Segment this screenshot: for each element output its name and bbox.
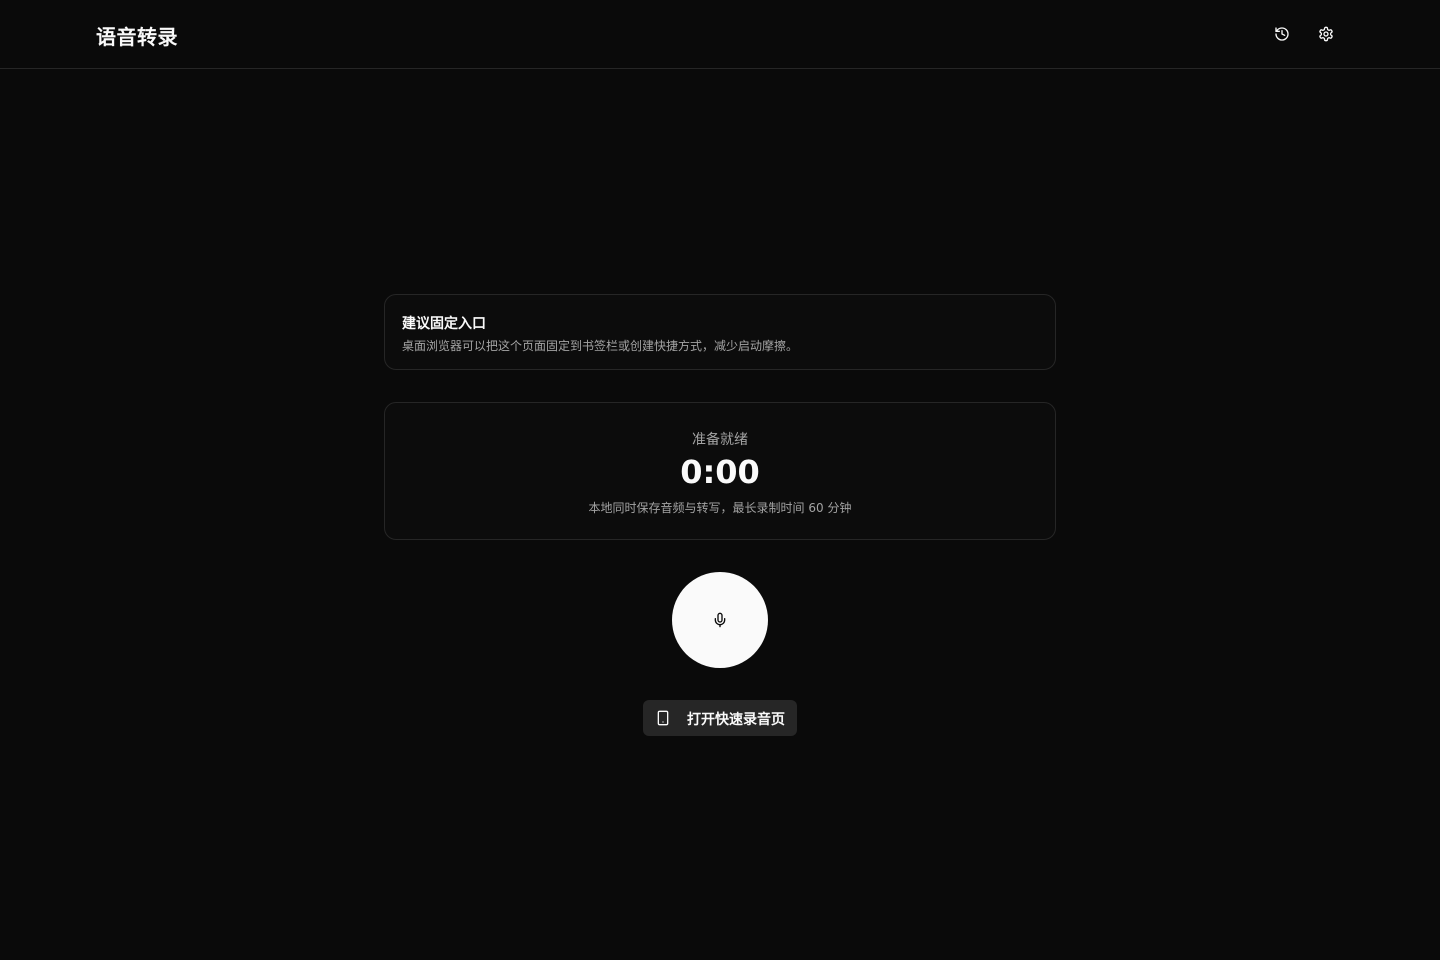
recording-timer: 0:00 [680, 453, 760, 491]
open-quick-record-button[interactable]: 打开快速录音页 [643, 700, 797, 736]
app-header: 语音转录 [0, 0, 1440, 69]
quick-record-label: 打开快速录音页 [687, 712, 785, 728]
gear-icon [1319, 26, 1333, 42]
history-button[interactable] [1268, 20, 1296, 48]
smartphone-icon [657, 710, 669, 726]
status-note: 本地同时保存音频与转写，最长录制时间 60 分钟 [588, 501, 852, 515]
recording-status-card: 准备就绪 0:00 本地同时保存音频与转写，最长录制时间 60 分钟 [384, 402, 1056, 540]
pin-tip-card: 建议固定入口 桌面浏览器可以把这个页面固定到书签栏或创建快捷方式，减少启动摩擦。 [384, 294, 1056, 370]
settings-button[interactable] [1312, 20, 1340, 48]
tip-title: 建议固定入口 [402, 316, 486, 332]
record-button[interactable] [672, 572, 768, 668]
status-label: 准备就绪 [692, 432, 748, 448]
app-title: 语音转录 [96, 25, 178, 49]
microphone-icon [714, 612, 726, 628]
history-icon [1275, 27, 1289, 41]
tip-description: 桌面浏览器可以把这个页面固定到书签栏或创建快捷方式，减少启动摩擦。 [402, 339, 799, 353]
